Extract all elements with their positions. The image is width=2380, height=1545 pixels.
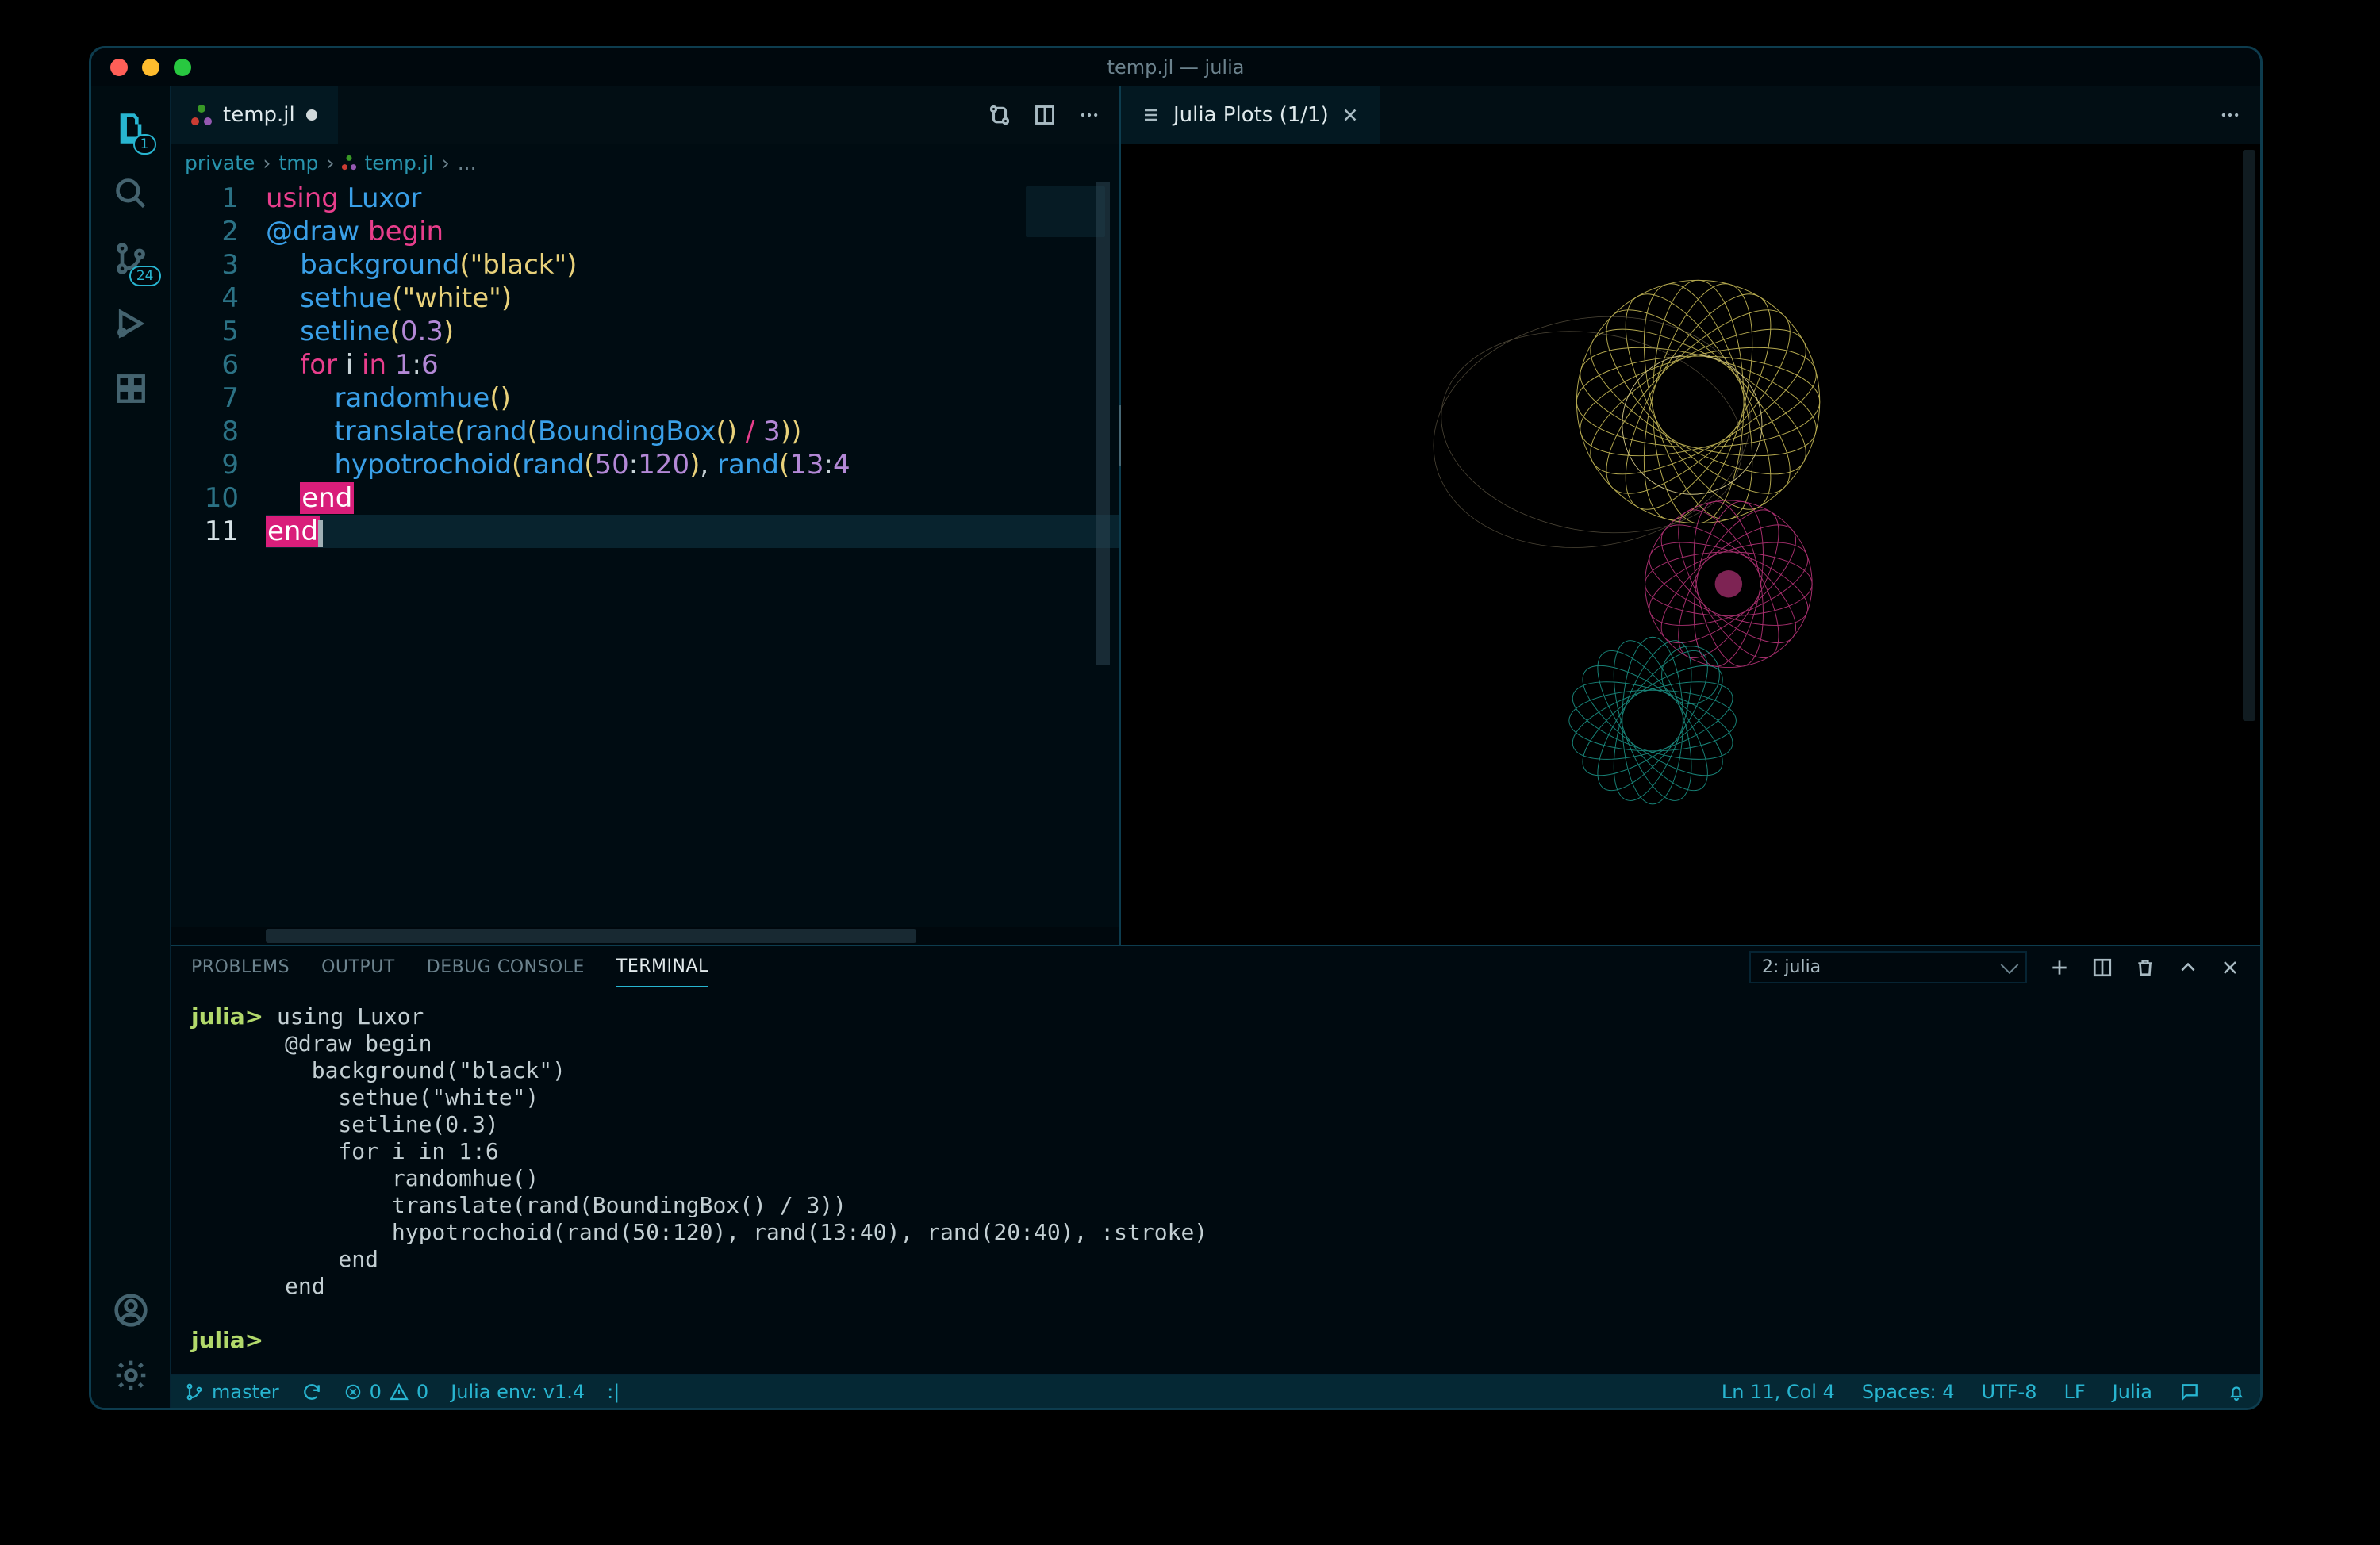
tabs-empty-area[interactable] <box>338 86 969 144</box>
traffic-lights <box>91 59 191 76</box>
title-bar[interactable]: temp.jl — julia <box>91 48 2260 86</box>
window-title: temp.jl — julia <box>91 56 2260 79</box>
run-debug-icon[interactable] <box>91 291 171 356</box>
terminal-selector[interactable]: 2: julia <box>1749 951 2027 983</box>
breadcrumb-sep: › <box>326 151 334 174</box>
minimap-slider[interactable] <box>1096 182 1110 665</box>
warning-count: 0 <box>416 1381 428 1403</box>
sync-status[interactable] <box>301 1382 322 1402</box>
close-panel-icon[interactable] <box>2221 958 2240 977</box>
explorer-badge: 1 <box>133 134 156 155</box>
selection-status[interactable]: :| <box>607 1381 620 1403</box>
terminal[interactable]: julia> using Luxor @draw begin backgroun… <box>171 989 2260 1374</box>
search-icon[interactable] <box>91 161 171 226</box>
maximize-window-button[interactable] <box>174 59 191 76</box>
maximize-panel-icon[interactable] <box>2178 957 2198 978</box>
notifications-icon[interactable] <box>2227 1382 2246 1401</box>
eol-status[interactable]: LF <box>2063 1381 2085 1403</box>
breadcrumb-seg[interactable]: ... <box>458 151 477 174</box>
explorer-icon[interactable]: 1 <box>91 96 171 161</box>
breadcrumbs[interactable]: private › tmp › temp.jl › ... <box>171 144 1119 182</box>
encoding-status[interactable]: UTF-8 <box>1982 1381 2037 1403</box>
split-terminal-icon[interactable] <box>2092 957 2113 978</box>
breadcrumb-sep: › <box>263 151 271 174</box>
julia-file-icon <box>342 155 356 170</box>
kill-terminal-icon[interactable] <box>2135 957 2155 978</box>
split-editor-icon[interactable] <box>1034 104 1056 126</box>
julia-env-status[interactable]: Julia env: v1.4 <box>451 1381 585 1403</box>
tab-dirty-dot-icon[interactable] <box>306 109 317 121</box>
bottom-panel: PROBLEMS OUTPUT DEBUG CONSOLE TERMINAL 2… <box>171 946 2260 1374</box>
minimize-window-button[interactable] <box>142 59 159 76</box>
feedback-icon[interactable] <box>2179 1382 2200 1402</box>
scrollbar-thumb[interactable] <box>266 929 916 943</box>
list-icon <box>1142 105 1161 125</box>
code-editor[interactable]: 1234567891011 using Luxor@draw begin bac… <box>171 182 1119 927</box>
account-icon[interactable] <box>91 1278 171 1343</box>
settings-gear-icon[interactable] <box>91 1343 171 1408</box>
close-tab-icon[interactable] <box>1342 106 1359 124</box>
panel-tab-problems[interactable]: PROBLEMS <box>191 948 290 987</box>
tabs-empty-area-right[interactable] <box>1380 86 2200 144</box>
code-editor-pane: private › tmp › temp.jl › ... 1234567891… <box>171 144 1121 945</box>
compare-changes-icon[interactable] <box>988 103 1012 127</box>
new-terminal-icon[interactable] <box>2049 957 2070 978</box>
scm-badge: 24 <box>129 266 161 286</box>
plots-tab[interactable]: Julia Plots (1/1) <box>1121 86 1380 144</box>
branch-name: master <box>212 1381 279 1403</box>
more-actions-icon[interactable] <box>1078 104 1100 126</box>
panel-tabs: PROBLEMS OUTPUT DEBUG CONSOLE TERMINAL 2… <box>171 946 2260 989</box>
language-mode-status[interactable]: Julia <box>2113 1381 2152 1403</box>
activity-bar: 1 24 <box>91 86 171 1408</box>
close-window-button[interactable] <box>110 59 128 76</box>
tab-label: temp.jl <box>223 103 295 127</box>
extensions-icon[interactable] <box>91 356 171 421</box>
cursor-position-status[interactable]: Ln 11, Col 4 <box>1722 1381 1835 1403</box>
tabs-row: temp.jl Julia Plots (1/1 <box>171 86 2260 144</box>
editor-horizontal-scrollbar[interactable] <box>171 927 1119 945</box>
julia-file-icon <box>191 105 212 125</box>
vscode-window: temp.jl — julia 1 24 <box>89 46 2263 1410</box>
panel-tab-output[interactable]: OUTPUT <box>321 948 395 987</box>
editor-tab-temp-jl[interactable]: temp.jl <box>171 86 338 144</box>
plot-scrollbar[interactable] <box>2243 150 2255 721</box>
breadcrumb-sep: › <box>442 151 450 174</box>
breadcrumb-seg[interactable]: temp.jl <box>364 151 433 174</box>
plots-tab-label: Julia Plots (1/1) <box>1173 103 1329 127</box>
minimap[interactable] <box>1023 182 1110 927</box>
status-bar: master 0 0 Julia env: v1.4 :| Ln 11, Col… <box>171 1374 2260 1408</box>
panel-tab-terminal[interactable]: TERMINAL <box>616 947 708 987</box>
plot-pane <box>1121 144 2260 945</box>
problems-status[interactable]: 0 0 <box>344 1381 429 1403</box>
git-branch-status[interactable]: master <box>185 1381 279 1403</box>
plot-image <box>1121 144 2260 888</box>
line-number-gutter: 1234567891011 <box>171 182 266 927</box>
more-actions-right-icon[interactable] <box>2219 104 2241 126</box>
indentation-status[interactable]: Spaces: 4 <box>1862 1381 1955 1403</box>
error-count: 0 <box>370 1381 382 1403</box>
source-control-icon[interactable]: 24 <box>91 226 171 291</box>
code-content[interactable]: using Luxor@draw begin background("black… <box>266 182 1119 927</box>
breadcrumb-seg[interactable]: private <box>185 151 255 174</box>
breadcrumb-seg[interactable]: tmp <box>278 151 318 174</box>
panel-tab-debug-console[interactable]: DEBUG CONSOLE <box>427 948 585 987</box>
